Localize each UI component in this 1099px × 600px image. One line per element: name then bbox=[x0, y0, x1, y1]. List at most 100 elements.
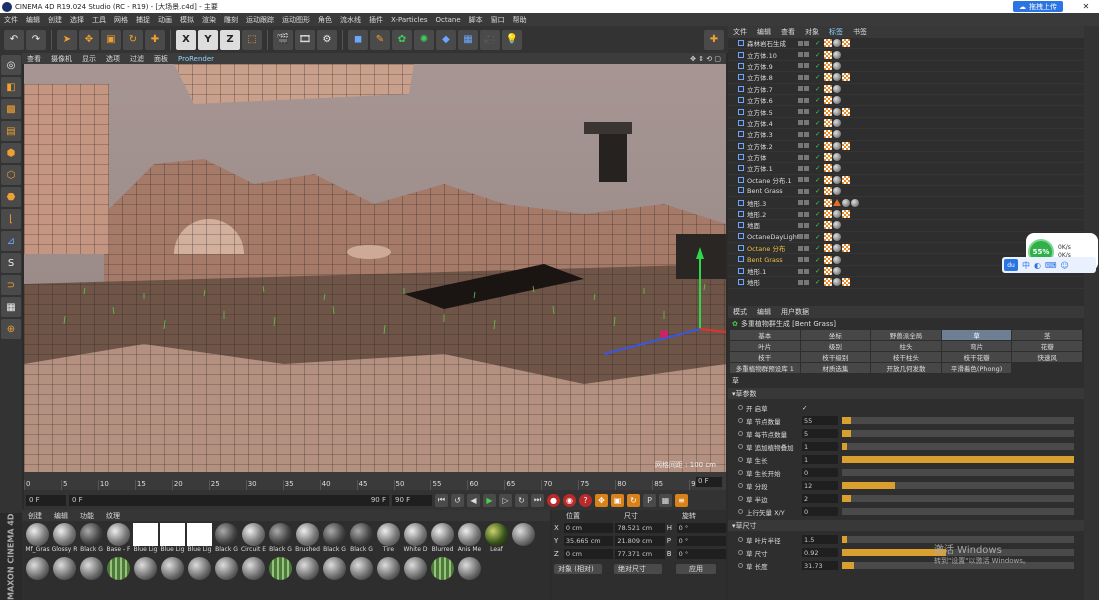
material-swatch[interactable]: Black G bbox=[267, 523, 294, 557]
undo-icon[interactable]: ↶ bbox=[4, 29, 24, 50]
param-anim-dot[interactable] bbox=[738, 470, 743, 475]
tag-icon[interactable] bbox=[842, 39, 851, 48]
tag-icon[interactable] bbox=[824, 232, 833, 241]
camera-icon[interactable]: 🎥 bbox=[480, 29, 500, 50]
tag-icon[interactable] bbox=[833, 73, 842, 82]
start-frame-field[interactable]: 0 F bbox=[26, 494, 66, 506]
grass-size-group[interactable]: ▾ 草尺寸 bbox=[728, 520, 1084, 531]
attribute-tab[interactable]: 坐标 bbox=[800, 330, 871, 340]
material-swatch[interactable] bbox=[429, 557, 456, 591]
menu-item[interactable]: 动画 bbox=[154, 15, 176, 25]
baidu-upload-button[interactable]: ☁ 拖拽上传 bbox=[1013, 1, 1063, 12]
next-key-icon[interactable]: ↻ bbox=[515, 493, 528, 507]
material-swatch[interactable]: White D bbox=[402, 523, 429, 557]
object-menu-item[interactable]: 书签 bbox=[848, 27, 872, 37]
prev-key-icon[interactable]: ↺ bbox=[451, 493, 464, 507]
floor-icon[interactable]: ▦ bbox=[458, 29, 478, 50]
param-anim-dot[interactable] bbox=[738, 405, 743, 410]
key-rotation-icon[interactable]: ↻ bbox=[627, 493, 640, 507]
tag-icon[interactable] bbox=[824, 153, 833, 162]
position-field[interactable]: 0 cm bbox=[563, 548, 614, 559]
object-row[interactable]: Octane 分布.1 ✓ bbox=[728, 175, 1084, 187]
tag-icon[interactable] bbox=[851, 198, 860, 207]
material-swatch[interactable] bbox=[510, 523, 537, 557]
material-swatch[interactable]: Base - F bbox=[105, 523, 132, 557]
object-menu-item[interactable]: 查看 bbox=[776, 27, 800, 37]
workplane-icon[interactable]: ▤ bbox=[1, 121, 21, 141]
visibility-flags[interactable] bbox=[798, 234, 812, 240]
enabled-check-icon[interactable]: ✓ bbox=[815, 153, 820, 161]
magnet-icon[interactable]: ⊃ bbox=[1, 275, 21, 295]
menu-item[interactable]: 捕捉 bbox=[132, 15, 154, 25]
param-value[interactable]: 31.73 bbox=[802, 561, 838, 570]
ime-toolbar[interactable]: du 中 ◐ ⌨ ☺ bbox=[1002, 257, 1096, 273]
right-scroll-strip[interactable] bbox=[1084, 26, 1099, 600]
tag-icon[interactable] bbox=[833, 244, 842, 253]
param-value[interactable]: 12 bbox=[802, 481, 838, 490]
object-row[interactable]: 地形.2 ✓ bbox=[728, 209, 1084, 221]
next-frame-icon[interactable]: ▷ bbox=[499, 493, 512, 507]
param-value[interactable]: 0 bbox=[802, 468, 838, 477]
material-swatch[interactable] bbox=[456, 557, 483, 591]
material-swatch[interactable] bbox=[321, 557, 348, 591]
subdivision-icon[interactable]: ✿ bbox=[392, 29, 412, 50]
param-value[interactable]: 1 bbox=[802, 442, 838, 451]
tag-icon[interactable] bbox=[833, 164, 842, 173]
tag-icon[interactable] bbox=[833, 118, 842, 127]
enabled-check-icon[interactable]: ✓ bbox=[815, 108, 820, 116]
param-checkbox[interactable]: ✓ bbox=[802, 404, 807, 412]
cube-icon[interactable]: ◼ bbox=[348, 29, 368, 50]
param-value[interactable]: 55 bbox=[802, 416, 838, 425]
rotate-icon[interactable]: ↻ bbox=[123, 29, 143, 50]
visibility-flags[interactable] bbox=[798, 177, 812, 183]
attribute-tab[interactable]: 柱头 bbox=[871, 341, 941, 351]
tag-icon[interactable] bbox=[824, 255, 833, 264]
menu-item[interactable]: 渲染 bbox=[198, 15, 220, 25]
make-editable-icon[interactable]: ◎ bbox=[1, 55, 21, 75]
visibility-flags[interactable] bbox=[798, 154, 812, 160]
enabled-check-icon[interactable]: ✓ bbox=[815, 187, 820, 195]
visibility-flags[interactable] bbox=[798, 268, 812, 274]
tag-icon[interactable] bbox=[833, 210, 842, 219]
param-slider[interactable] bbox=[842, 417, 1074, 424]
menu-item[interactable]: 雕刻 bbox=[220, 15, 242, 25]
ime-moon-icon[interactable]: ◐ bbox=[1034, 261, 1041, 270]
enabled-check-icon[interactable]: ✓ bbox=[815, 85, 820, 93]
end-frame-field[interactable]: 90 F bbox=[392, 494, 432, 506]
visibility-flags[interactable] bbox=[798, 74, 812, 80]
menu-item[interactable]: 网格 bbox=[110, 15, 132, 25]
polygons-mode-icon[interactable]: ⬣ bbox=[1, 187, 21, 207]
visibility-flags[interactable] bbox=[798, 97, 812, 103]
layout-plus-icon[interactable]: ✚ bbox=[704, 29, 724, 50]
object-row[interactable]: 立方体.6 ✓ bbox=[728, 95, 1084, 107]
param-slider[interactable] bbox=[842, 495, 1074, 502]
material-swatch[interactable] bbox=[186, 557, 213, 591]
object-menu-item[interactable]: 对象 bbox=[800, 27, 824, 37]
material-swatch[interactable] bbox=[51, 557, 78, 591]
tag-icon[interactable] bbox=[833, 141, 842, 150]
material-menu-item[interactable]: 纹理 bbox=[100, 511, 126, 521]
tag-icon[interactable] bbox=[833, 278, 842, 287]
menu-item[interactable]: 角色 bbox=[314, 15, 336, 25]
material-swatch[interactable] bbox=[240, 557, 267, 591]
material-swatch[interactable] bbox=[78, 557, 105, 591]
tag-icon[interactable] bbox=[824, 141, 833, 150]
tag-icon[interactable] bbox=[824, 39, 833, 48]
tag-icon[interactable] bbox=[824, 278, 833, 287]
axis-mode-icon[interactable]: ⌊ bbox=[1, 209, 21, 229]
visibility-flags[interactable] bbox=[798, 63, 812, 69]
tag-icon[interactable] bbox=[824, 210, 833, 219]
enabled-check-icon[interactable]: ✓ bbox=[815, 210, 820, 218]
menu-item[interactable]: 运动图形 bbox=[278, 15, 314, 25]
size-mode-select[interactable]: 绝对尺寸 bbox=[614, 563, 662, 574]
param-slider[interactable] bbox=[842, 482, 1074, 489]
position-field[interactable]: 35.665 cm bbox=[563, 535, 614, 546]
deformer-icon[interactable]: ◆ bbox=[436, 29, 456, 50]
menu-item[interactable]: 窗口 bbox=[487, 15, 509, 25]
tag-icon[interactable] bbox=[824, 130, 833, 139]
enabled-check-icon[interactable]: ✓ bbox=[815, 130, 820, 138]
visibility-flags[interactable] bbox=[798, 211, 812, 217]
tag-icon[interactable] bbox=[824, 107, 833, 116]
material-swatch[interactable]: Black G bbox=[348, 523, 375, 557]
tag-icon[interactable] bbox=[833, 39, 842, 48]
